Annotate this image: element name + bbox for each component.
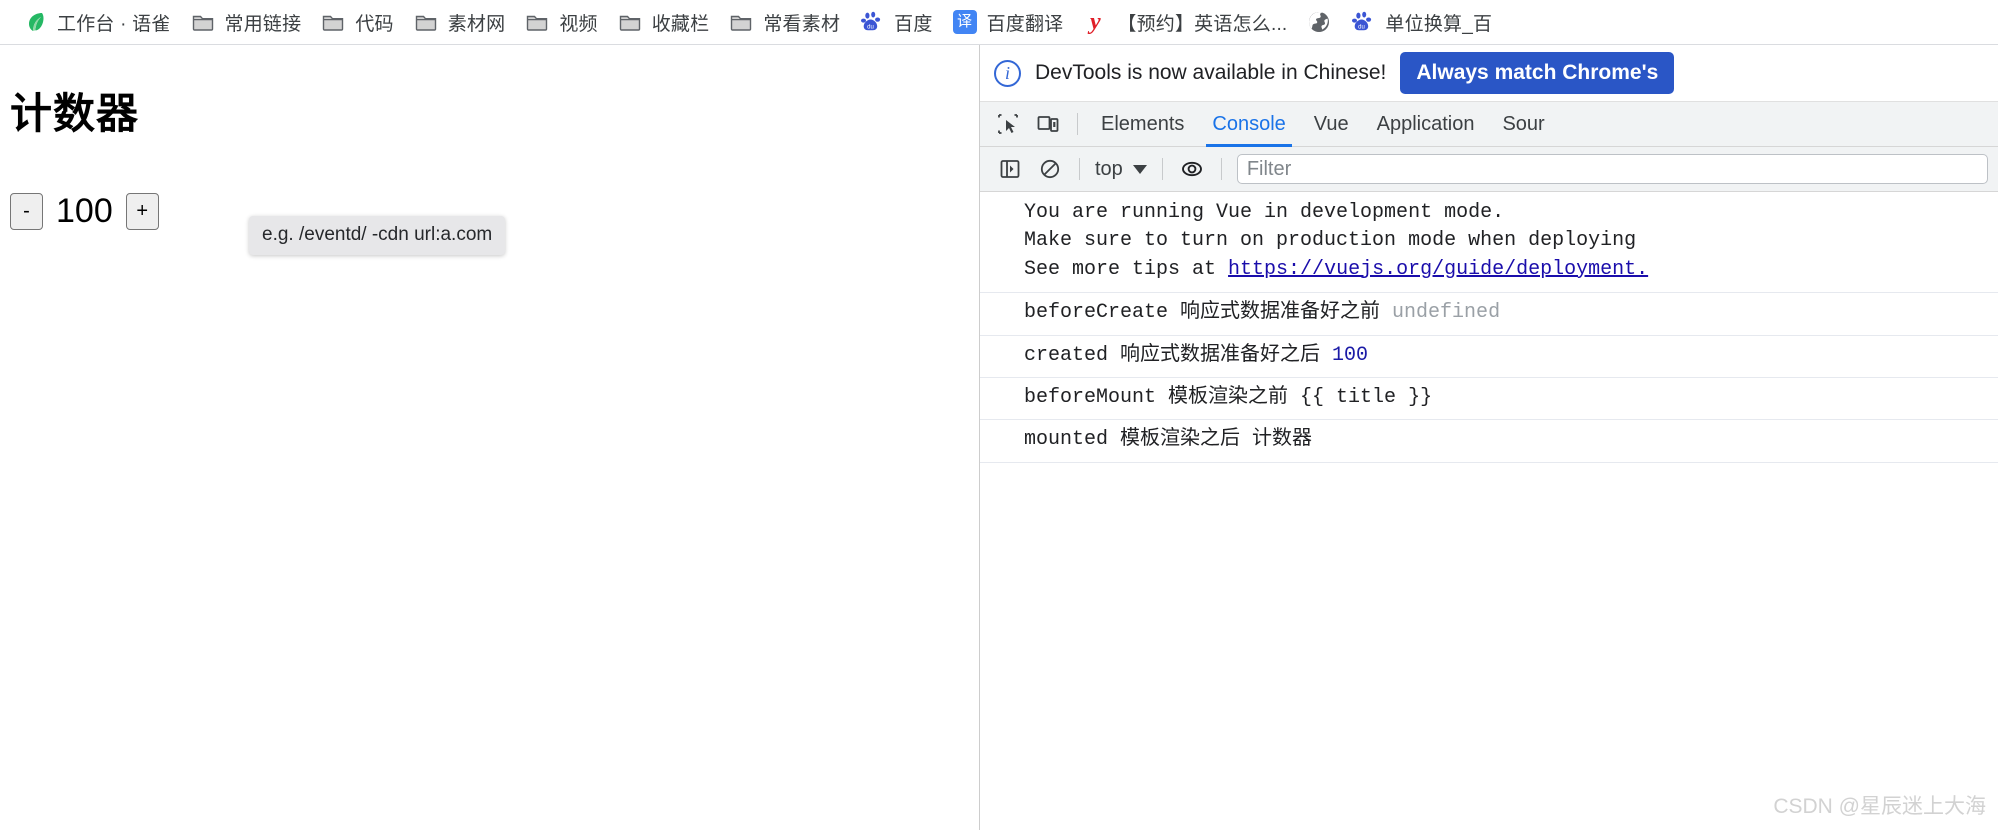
- console-value: 计数器: [1252, 428, 1313, 452]
- clear-console-icon[interactable]: [1033, 152, 1067, 186]
- folder-icon: [414, 10, 438, 34]
- console-message-list: You are running Vue in development mode.…: [980, 192, 1998, 830]
- bookmark-item-10[interactable]: [1298, 5, 1340, 39]
- bookmark-item-11[interactable]: du 单位换算_百: [1342, 5, 1501, 39]
- console-text: 响应式数据准备好之前: [1180, 301, 1393, 325]
- bookmark-item-0[interactable]: 工作台 · 语雀: [14, 5, 180, 39]
- bookmark-label: 百度: [894, 13, 933, 35]
- bookmark-item-3[interactable]: 素材网: [405, 5, 515, 39]
- console-toolbar: top: [980, 147, 1998, 192]
- svg-text:du: du: [1359, 24, 1366, 30]
- bookmark-item-1[interactable]: 常用链接: [182, 5, 311, 39]
- bookmark-item-9[interactable]: y 【预约】英语怎么...: [1074, 5, 1296, 39]
- folder-icon: [618, 10, 642, 34]
- bookmark-item-5[interactable]: 收藏栏: [609, 5, 719, 39]
- toolbar-divider: [1161, 158, 1163, 180]
- bookmark-label: 收藏栏: [651, 13, 710, 35]
- bookmark-label: 【预约】英语怎么...: [1117, 13, 1288, 35]
- device-toolbar-icon[interactable]: [1031, 107, 1065, 141]
- console-value: undefined: [1392, 301, 1501, 325]
- decrement-button[interactable]: -: [10, 193, 43, 230]
- bookmark-label: 素材网: [447, 13, 506, 35]
- baidu-fanyi-icon: 译: [952, 10, 977, 34]
- toolbar-divider: [1077, 113, 1078, 135]
- console-message: beforeCreate 响应式数据准备好之前 undefined: [980, 293, 1998, 336]
- console-sidebar-icon[interactable]: [993, 152, 1027, 186]
- globe-icon: [1307, 10, 1331, 34]
- bookmark-label: 工作台 · 语雀: [57, 13, 171, 35]
- folder-icon: [729, 10, 753, 34]
- console-hook-name: mounted: [1024, 428, 1121, 452]
- folder-icon: [191, 10, 215, 34]
- info-circle-icon: i: [994, 59, 1021, 87]
- counter-widget: - 100 +: [10, 193, 159, 230]
- bookmark-label: 代码: [355, 13, 394, 35]
- bookmark-item-6[interactable]: 常看素材: [720, 5, 849, 39]
- bookmark-label: 常用链接: [224, 13, 302, 35]
- bookmark-label: 视频: [559, 13, 598, 35]
- console-message: mounted 模板渲染之后 计数器: [980, 420, 1998, 463]
- bookmark-item-8[interactable]: 译百度翻译: [944, 5, 1073, 39]
- execution-context-dropdown[interactable]: top: [1089, 154, 1153, 184]
- tab-elements[interactable]: Elements: [1087, 102, 1198, 147]
- baidu-paw-icon: du: [860, 10, 884, 34]
- console-value: 100: [1332, 343, 1369, 367]
- console-message: You are running Vue in development mode.…: [980, 192, 1998, 294]
- bookmarks-bar: 工作台 · 语雀 常用链接 代码 素材网 视频 收藏栏 常看素材 du 百度译百度翻译 y 【预约】…: [0, 0, 1998, 45]
- console-text: 模板渲染之后: [1120, 428, 1253, 452]
- toolbar-divider: [1079, 158, 1080, 180]
- page-title: 计数器: [10, 90, 140, 137]
- banner-message: DevTools is now available in Chinese!: [1035, 61, 1387, 84]
- console-filter-input[interactable]: [1236, 154, 1988, 184]
- always-match-chrome-language-button[interactable]: Always match Chrome's: [1400, 52, 1675, 94]
- bookmark-label: 单位换算_百: [1385, 13, 1493, 35]
- tab-application[interactable]: Application: [1363, 102, 1489, 147]
- execution-context-label: top: [1095, 157, 1123, 180]
- toolbar-divider: [1220, 158, 1222, 180]
- bookmark-label: 百度翻译: [986, 13, 1064, 35]
- chevron-down-icon: [1132, 164, 1147, 174]
- console-hook-name: beforeMount: [1024, 385, 1169, 409]
- console-text: 模板渲染之前: [1168, 385, 1301, 409]
- yuque-leaf-icon: [23, 10, 47, 34]
- tab-vue[interactable]: Vue: [1300, 102, 1363, 147]
- console-message: beforeMount 模板渲染之前 {{ title }}: [980, 378, 1998, 421]
- inspect-element-icon[interactable]: [991, 107, 1025, 141]
- bookmark-item-2[interactable]: 代码: [312, 5, 402, 39]
- watermark-text: CSDN @星辰迷上大海: [1773, 795, 1986, 818]
- bookmark-item-4[interactable]: 视频: [516, 5, 606, 39]
- bookmark-label: 常看素材: [763, 13, 841, 35]
- devtools-language-banner: i DevTools is now available in Chinese! …: [980, 45, 1998, 102]
- console-text: 响应式数据准备好之后: [1120, 343, 1333, 367]
- console-link[interactable]: https://vuejs.org/guide/deployment.: [1228, 258, 1648, 281]
- search-hint-tooltip: e.g. /eventd/ -cdn url:a.com: [249, 216, 506, 255]
- tab-sour[interactable]: Sour: [1488, 102, 1558, 147]
- tab-console[interactable]: Console: [1198, 102, 1299, 147]
- folder-icon: [525, 10, 549, 34]
- svg-text:du: du: [867, 24, 874, 30]
- bookmark-item-7[interactable]: du 百度: [851, 5, 941, 39]
- devtools-tab-strip: Elements Console Vue Application Sour: [980, 102, 1998, 147]
- devtools-panel: i DevTools is now available in Chinese! …: [979, 45, 1998, 830]
- baidu-paw-icon: du: [1351, 10, 1375, 34]
- yy-logo-icon: y: [1090, 9, 1101, 35]
- console-hook-name: beforeCreate: [1024, 301, 1181, 325]
- eye-icon[interactable]: [1175, 152, 1209, 186]
- console-hook-name: created: [1024, 343, 1121, 367]
- console-value: {{ title }}: [1300, 385, 1433, 409]
- folder-icon: [321, 10, 345, 34]
- increment-button[interactable]: +: [125, 193, 159, 230]
- counter-value: 100: [56, 192, 113, 230]
- console-message: created 响应式数据准备好之后 100: [980, 336, 1998, 378]
